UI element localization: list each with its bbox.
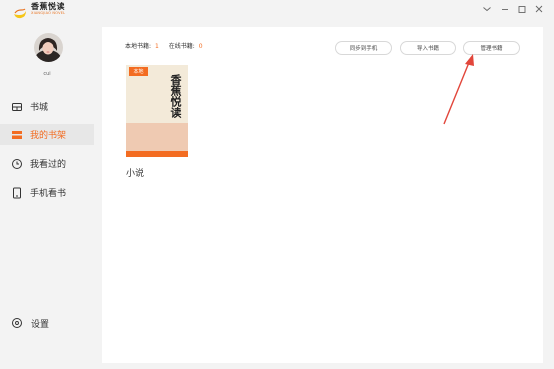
- dropdown-button[interactable]: [481, 4, 493, 14]
- cover-title: 香蕉悦读: [169, 74, 182, 118]
- book-title[interactable]: 小说: [126, 166, 144, 179]
- sidebar: 香蕉悦读 XIANGJIAO NOVEL cui 书城 我的书架 我看过的 手机…: [0, 0, 94, 369]
- banana-logo-icon: [13, 4, 27, 18]
- settings-button[interactable]: 设置: [0, 313, 94, 333]
- sync-to-phone-button[interactable]: 同步到手机: [335, 41, 392, 55]
- book-card[interactable]: 本地 香蕉悦读: [126, 65, 188, 157]
- maximize-icon: [518, 6, 526, 13]
- sidebar-item-label: 手机看书: [30, 189, 67, 199]
- phone-icon: [11, 187, 23, 199]
- sidebar-item-label: 我的书架: [30, 131, 67, 141]
- local-books-count: 1: [154, 43, 159, 50]
- history-clock-icon: [11, 158, 23, 170]
- logo-subtitle: XIANGJIAO NOVEL: [31, 10, 66, 15]
- sidebar-item-store[interactable]: 书城: [0, 96, 94, 117]
- settings-label: 设置: [31, 319, 50, 330]
- logo-name: 香蕉悦读: [31, 1, 65, 11]
- chevron-down-icon: [483, 7, 491, 12]
- close-icon: [535, 5, 543, 13]
- close-button[interactable]: [533, 4, 545, 14]
- app-logo: 香蕉悦读 XIANGJIAO NOVEL: [13, 1, 77, 18]
- bookshelf-icon: [11, 129, 23, 141]
- online-books-label: 在线书籍:: [168, 43, 195, 50]
- sidebar-item-history[interactable]: 我看过的: [0, 153, 94, 174]
- annotation-arrow-icon: [443, 54, 474, 125]
- store-icon: [11, 101, 23, 113]
- username: cui: [43, 71, 51, 77]
- sidebar-item-label: 书城: [30, 103, 49, 113]
- local-badge: 本地: [129, 67, 148, 76]
- book-counts: 本地书籍: 1 在线书籍: 0: [125, 41, 213, 50]
- minimize-button[interactable]: [499, 4, 511, 14]
- online-books-count: 0: [198, 43, 203, 50]
- sidebar-item-bookshelf[interactable]: 我的书架: [0, 124, 94, 145]
- settings-icon: [11, 317, 23, 329]
- maximize-button[interactable]: [516, 4, 528, 14]
- sidebar-item-mobile[interactable]: 手机看书: [0, 182, 94, 203]
- local-books-label: 本地书籍:: [125, 43, 152, 50]
- minimize-icon: [502, 9, 508, 10]
- avatar[interactable]: [34, 33, 63, 62]
- sidebar-item-label: 我看过的: [30, 160, 67, 170]
